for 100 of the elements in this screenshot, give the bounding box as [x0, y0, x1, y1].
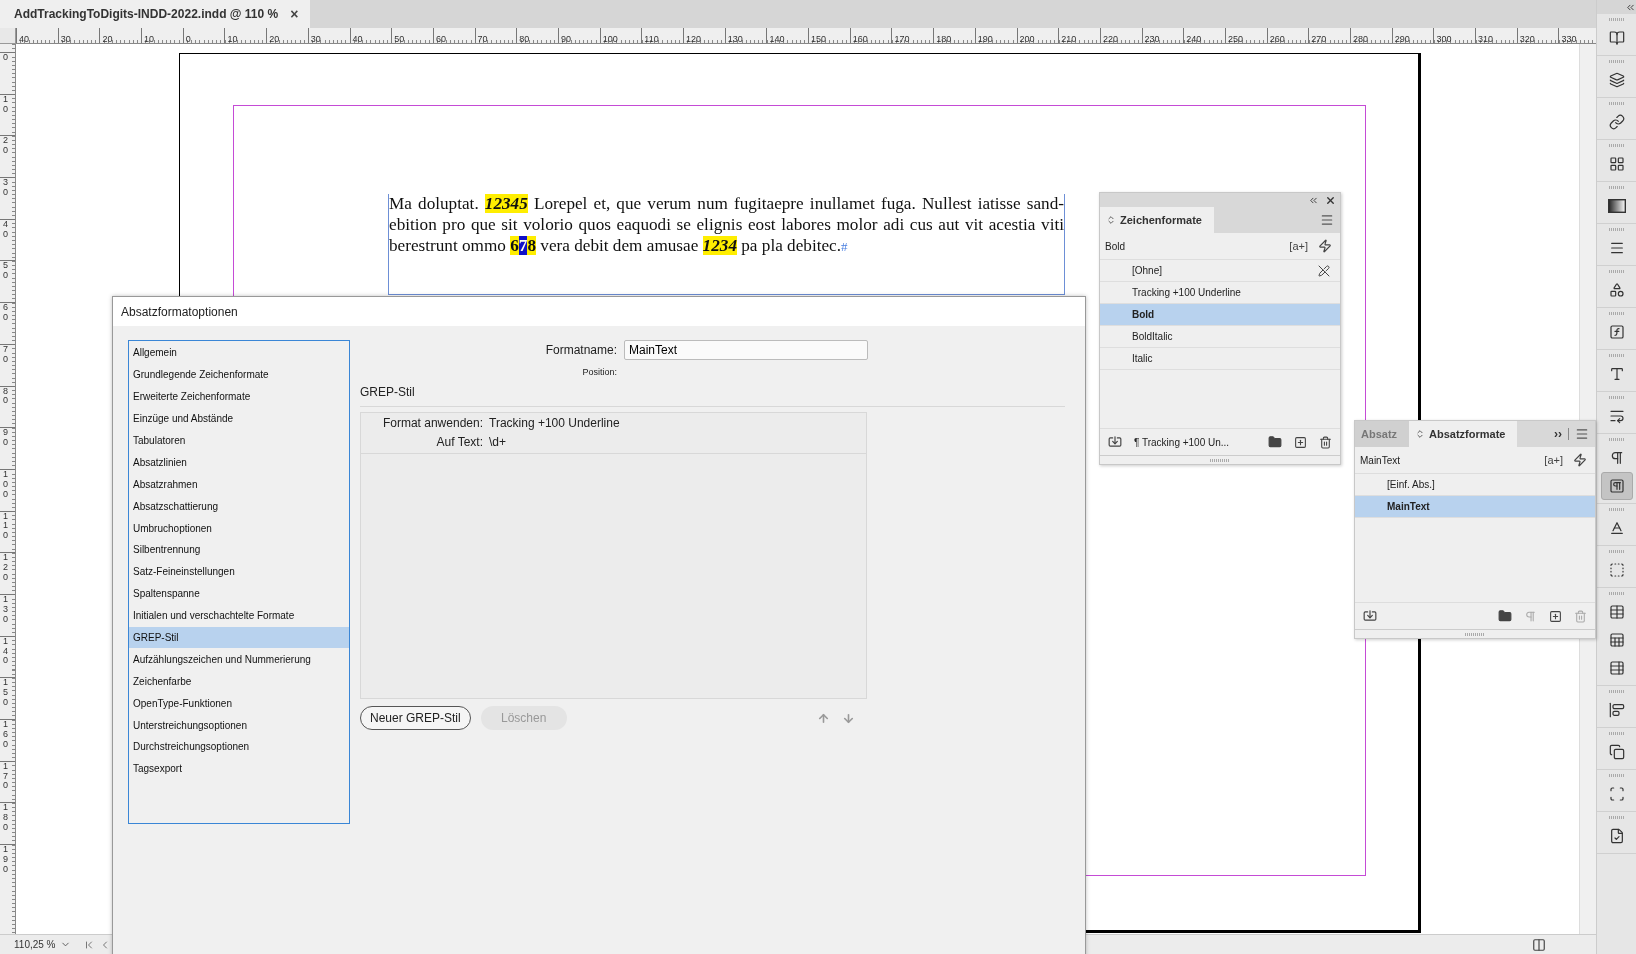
category-item[interactable]: Zeichenfarbe: [129, 670, 349, 693]
trash-icon[interactable]: [1319, 435, 1332, 449]
zoom-level[interactable]: 110,25 %: [14, 939, 56, 950]
menu-icon[interactable]: [1320, 213, 1334, 227]
category-item[interactable]: Grundlegende Zeichenformate: [129, 363, 349, 386]
category-item[interactable]: Durchstreichungsoptionen: [129, 736, 349, 758]
ruler-number: 110: [0, 510, 15, 553]
category-item[interactable]: GREP-Stil: [129, 626, 349, 649]
link-icon: [1608, 114, 1625, 130]
close-button[interactable]: ×: [290, 6, 299, 22]
category-item[interactable]: Silbentrennung: [129, 539, 349, 561]
style-value[interactable]: Tracking +100 Underline: [489, 416, 866, 430]
ruler-number: 100: [0, 468, 15, 511]
category-item[interactable]: Absatzlinien: [129, 451, 349, 474]
category-item[interactable]: Tabulatoren: [129, 429, 349, 452]
panel-tab[interactable]: Zeichenformate: [1100, 207, 1214, 233]
more-button[interactable]: ››: [1554, 427, 1562, 441]
field-label: Auf Text:: [435, 435, 483, 449]
category-item[interactable]: Satz-Feineinstellungen: [129, 560, 349, 583]
category-item[interactable]: Unterstreichungsoptionen: [129, 714, 349, 737]
field-label: Formatname:: [544, 343, 617, 357]
position-label: Position:: [581, 367, 617, 377]
gradient-icon: [1607, 199, 1626, 213]
ruler-number: 150: [0, 677, 15, 719]
table-properties-icon: [1608, 660, 1625, 676]
style-item[interactable]: BoldItalic: [1100, 326, 1340, 348]
overlapping-squares-icon: [1608, 744, 1625, 760]
text-wrap-icon: [1608, 408, 1625, 424]
field-label: Format anwenden:: [381, 416, 483, 430]
lines-icon: [1608, 240, 1625, 256]
import-icon[interactable]: [1108, 435, 1122, 449]
category-item[interactable]: Aufzählungszeichen und Nummerierung: [129, 648, 349, 671]
function-icon: [1608, 324, 1625, 340]
pattern-value[interactable]: \d+: [489, 435, 866, 449]
align-left-icon: [1608, 702, 1625, 718]
ruler-number: 190: [0, 844, 15, 886]
frame-icon: [1608, 786, 1625, 802]
add-icon[interactable]: [1294, 435, 1307, 449]
ruler-number: 0: [0, 52, 15, 94]
pen-off-icon: [1318, 264, 1330, 277]
sheet-icon: [1608, 632, 1625, 648]
toolbar-button[interactable]: [1600, 472, 1633, 500]
style-item[interactable]: MainText: [1355, 496, 1595, 518]
new-style-button[interactable]: [a+]: [1544, 454, 1563, 466]
split-view-icon[interactable]: [1532, 937, 1546, 952]
document-tab[interactable]: AddTrackingToDigits-INDD-2022.indd @ 110 % ×: [0, 0, 311, 28]
category-item[interactable]: OpenType-Funktionen: [129, 692, 349, 715]
ruler-number: 40: [0, 218, 15, 261]
ruler-number: 180: [0, 802, 15, 845]
category-item[interactable]: Tagsexport: [129, 757, 349, 780]
letter-icon: [1608, 520, 1625, 536]
footer-style-label[interactable]: ¶ Tracking +100 Un...: [1134, 436, 1230, 448]
ruler-number: 90: [0, 427, 15, 469]
file-check-icon: [1608, 828, 1625, 844]
format-name-field[interactable]: MainText: [624, 340, 868, 360]
folder-icon[interactable]: [1268, 435, 1282, 449]
section-title: GREP-Stil: [360, 385, 415, 399]
category-item[interactable]: Umbruchoptionen: [129, 517, 349, 539]
style-item[interactable]: Bold: [1100, 304, 1340, 326]
dashed-square-icon: [1608, 562, 1625, 578]
table-icon: [1608, 604, 1625, 620]
category-item[interactable]: Initialen und verschachtelte Formate: [129, 604, 349, 627]
style-item[interactable]: [Ohne]: [1100, 260, 1340, 282]
folder-icon[interactable]: [1498, 609, 1512, 623]
new-style-button[interactable]: [a+]: [1289, 240, 1308, 252]
dialog-title: Absatzformatoptionen: [121, 304, 238, 319]
ruler-number: 80: [0, 385, 15, 428]
current-style: MainText: [1360, 454, 1400, 466]
lightning-icon[interactable]: [1318, 239, 1332, 253]
category-item[interactable]: Spaltenspanne: [129, 582, 349, 605]
ruler-number: 50: [0, 260, 15, 303]
ruler-number: 20: [0, 135, 15, 178]
book-icon: [1608, 30, 1625, 46]
close-icon[interactable]: [1325, 194, 1336, 206]
up-down-icon: [1106, 215, 1116, 225]
import-icon[interactable]: [1363, 609, 1377, 623]
ruler-number: 30: [0, 177, 15, 219]
category-item[interactable]: Absatzrahmen: [129, 473, 349, 496]
category-item[interactable]: Erweiterte Zeichenformate: [129, 385, 349, 408]
panel-tab[interactable]: Absatzformate: [1409, 421, 1518, 447]
add-icon[interactable]: [1549, 609, 1562, 623]
dialog-button[interactable]: Neuer GREP-Stil: [360, 706, 471, 730]
up-down-icon: [1415, 429, 1426, 439]
menu-icon[interactable]: [1575, 427, 1589, 441]
category-item[interactable]: Einzüge und Abstände: [129, 407, 349, 430]
ruler-number: 10: [0, 93, 15, 136]
lightning-icon[interactable]: [1573, 453, 1587, 467]
ruler-number: 130: [0, 593, 15, 636]
ruler-number: 140: [0, 635, 15, 678]
layers-icon: [1608, 72, 1625, 88]
shapes-icon: [1608, 282, 1625, 298]
pilcrow-square-icon: [1608, 478, 1625, 494]
ruler-number: 120: [0, 552, 15, 594]
ruler-number: 170: [0, 760, 15, 803]
category-item[interactable]: Allgemein: [129, 342, 349, 364]
style-item[interactable]: Italic: [1100, 348, 1340, 370]
category-item[interactable]: Absatzschattierung: [129, 495, 349, 518]
ruler-number: 70: [0, 343, 15, 386]
ruler-number: 160: [0, 719, 15, 761]
current-style: Bold: [1105, 240, 1125, 252]
